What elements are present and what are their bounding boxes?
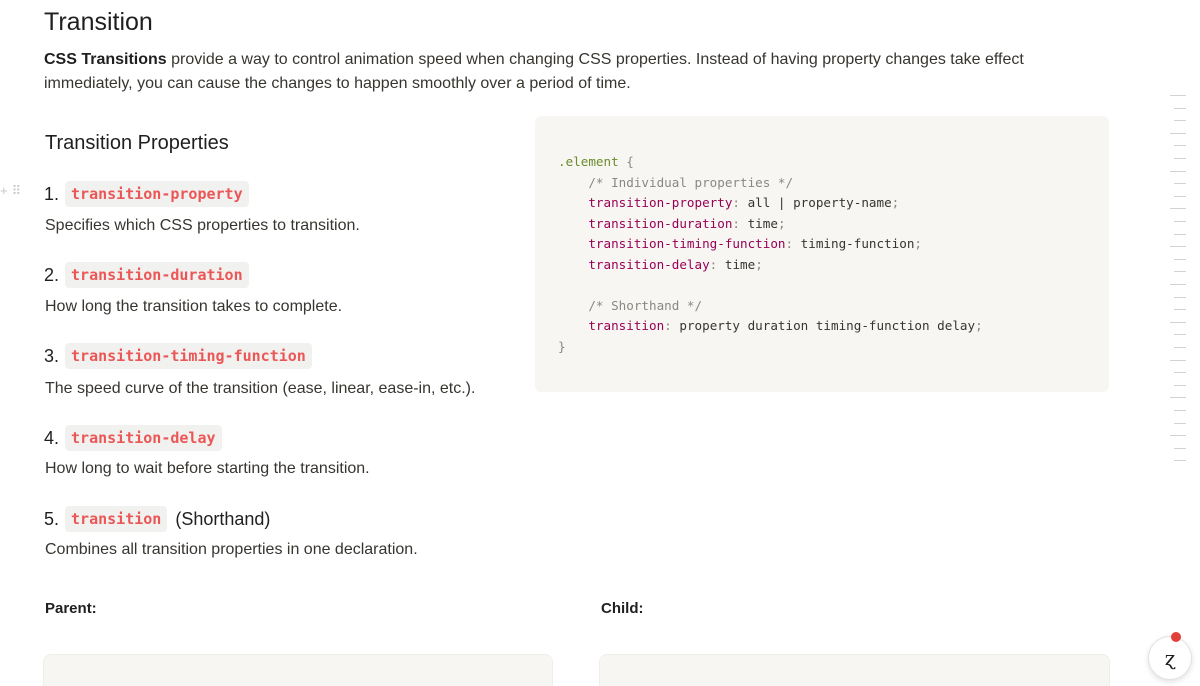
intro-text: provide a way to control animation speed…	[44, 51, 1024, 92]
code-block[interactable]: .element { /* Individual properties */ t…	[535, 116, 1109, 392]
css-brace: {	[626, 154, 634, 169]
minimap-tick	[1174, 107, 1186, 109]
list-item-description: Combines all transition properties in on…	[45, 541, 418, 558]
minimap-tick	[1170, 397, 1186, 399]
list-item-number: 3.	[44, 345, 60, 366]
minimap-tick	[1174, 195, 1186, 197]
minimap-tick	[1174, 258, 1186, 260]
page-title: Transition	[44, 8, 153, 36]
list-item-heading: 4. transition-delay	[44, 424, 222, 452]
css-property: transition-duration	[588, 215, 733, 231]
css-property: transition-timing-function	[588, 236, 786, 251]
minimap-tick	[1170, 321, 1186, 323]
list-item-description: The speed curve of the transition (ease,…	[45, 380, 476, 397]
css-value: time	[724, 256, 756, 272]
list-item-description: How long to wait before starting the tra…	[45, 460, 370, 477]
minimap-tick	[1174, 221, 1186, 222]
list-item-suffix: (Shorthand)	[175, 508, 271, 529]
notification-dot	[1171, 632, 1181, 642]
drag-handle-icon[interactable]: ⠿	[12, 183, 26, 198]
minimap-tick	[1170, 170, 1186, 172]
css-value: property duration timing-function delay	[679, 318, 976, 333]
minimap-tick	[1174, 271, 1186, 273]
minimap-tick	[1170, 359, 1186, 361]
css-property: transition-property	[588, 195, 733, 210]
minimap-tick	[1174, 120, 1186, 122]
help-icon: ɀ	[1164, 646, 1176, 670]
minimap-tick	[1174, 183, 1186, 185]
css-property: transition	[588, 318, 665, 333]
list-item-description: Specifies which CSS properties to transi…	[45, 217, 360, 234]
minimap-tick	[1174, 347, 1186, 348]
minimap-tick	[1174, 422, 1186, 424]
section-heading: Transition Properties	[45, 132, 229, 154]
child-label: Child:	[601, 600, 644, 617]
css-selector: .element	[558, 154, 619, 169]
minimap-tick	[1174, 158, 1186, 159]
inline-code: transition	[65, 506, 168, 532]
inline-code: transition-duration	[65, 262, 249, 288]
css-value: time	[747, 215, 778, 231]
list-item-heading: 5. transition (Shorthand)	[44, 505, 270, 533]
minimap-tick	[1174, 334, 1186, 336]
css-brace: }	[558, 338, 566, 354]
minimap-tick	[1174, 460, 1186, 462]
inline-code: transition-property	[65, 181, 249, 207]
list-item-number: 5.	[44, 508, 60, 529]
minimap-tick	[1174, 384, 1186, 386]
list-item-heading: 3. transition-timing-function	[44, 342, 312, 370]
outline-minimap[interactable]	[1168, 95, 1188, 475]
css-property: transition-delay	[588, 256, 710, 272]
parent-demo-panel	[43, 654, 553, 686]
minimap-tick	[1174, 410, 1186, 411]
minimap-tick	[1170, 435, 1186, 437]
list-item-description: How long the transition takes to complet…	[45, 298, 343, 315]
parent-label: Parent:	[45, 600, 97, 617]
list-item-number: 4.	[44, 427, 60, 448]
minimap-tick	[1174, 372, 1186, 374]
minimap-tick	[1170, 284, 1186, 285]
plus-icon[interactable]: +	[0, 183, 12, 198]
minimap-tick	[1174, 296, 1186, 298]
list-item-number: 1.	[44, 183, 60, 204]
inline-code: transition-delay	[65, 425, 222, 451]
minimap-tick	[1174, 309, 1186, 311]
minimap-tick	[1174, 145, 1186, 147]
minimap-tick	[1174, 233, 1186, 235]
inline-code: transition-timing-function	[65, 343, 312, 369]
minimap-tick	[1174, 447, 1186, 449]
code-content: .element { /* Individual properties */ t…	[558, 154, 983, 354]
help-button[interactable]: ɀ	[1148, 632, 1192, 680]
intro-bold-text: CSS Transitions	[44, 51, 167, 68]
css-value: timing-function	[800, 236, 915, 251]
child-demo-panel	[599, 654, 1110, 686]
list-item-number: 2.	[44, 264, 60, 285]
minimap-tick	[1170, 132, 1186, 134]
css-comment: /* Individual properties */	[588, 174, 794, 190]
intro-paragraph: CSS Transitions provide a way to control…	[44, 48, 1044, 96]
list-item-heading: 1. transition-property	[44, 180, 249, 208]
minimap-tick	[1170, 208, 1186, 210]
css-value: all | property-name	[747, 195, 892, 210]
block-controls: +⠿	[0, 183, 25, 199]
minimap-tick	[1170, 95, 1186, 96]
css-comment: /* Shorthand */	[588, 297, 703, 313]
minimap-tick	[1170, 246, 1186, 248]
list-item-heading: 2. transition-duration	[44, 261, 249, 289]
